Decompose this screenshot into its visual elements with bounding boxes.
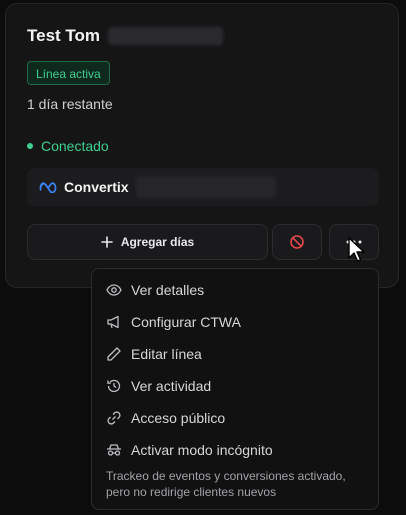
menu-item-ver-actividad[interactable]: Ver actividad	[106, 378, 211, 394]
menu-item-label: Acceso público	[131, 410, 226, 426]
card-header: Test Tom	[27, 26, 224, 46]
add-days-button[interactable]: Agregar días	[27, 224, 268, 260]
pencil-icon	[107, 347, 121, 361]
plus-icon	[101, 236, 113, 248]
menu-item-label: Configurar CTWA	[131, 314, 241, 330]
menu-item-label: Ver detalles	[131, 282, 205, 298]
options-menu: Ver detalles Configurar CTWA Editar líne…	[91, 268, 379, 510]
meta-logo-icon	[39, 182, 57, 193]
connected-account: Convertix	[27, 168, 379, 206]
menu-item-label: Activar modo incógnito	[131, 442, 273, 458]
status-badge: Línea activa	[27, 61, 110, 85]
menu-item-ver-detalles[interactable]: Ver detalles	[106, 282, 204, 298]
eye-icon	[106, 284, 122, 296]
menu-item-acceso-publico[interactable]: Acceso público	[106, 410, 225, 426]
line-card: Test Tom Línea activa 1 día restante Con…	[5, 3, 399, 288]
ban-icon	[290, 235, 304, 249]
menu-item-label: Editar línea	[131, 346, 202, 362]
status-dot-icon	[27, 143, 33, 149]
line-title: Test Tom	[27, 26, 101, 45]
menu-item-editar-linea[interactable]: Editar línea	[106, 346, 202, 362]
menu-item-label: Ver actividad	[131, 378, 212, 394]
mouse-pointer-icon	[348, 237, 365, 262]
add-days-label: Agregar días	[120, 235, 195, 249]
link-icon	[107, 411, 121, 425]
redacted-phone	[108, 27, 224, 45]
account-name: Convertix	[64, 179, 129, 195]
connection-status: Conectado	[27, 138, 109, 154]
menu-item-configurar-ctwa[interactable]: Configurar CTWA	[106, 314, 241, 330]
incognito-description: Trackeo de eventos y conversiones activa…	[106, 469, 346, 499]
connection-status-label: Conectado	[41, 138, 109, 154]
incognito-icon	[107, 444, 121, 456]
megaphone-icon	[107, 315, 119, 329]
days-remaining: 1 día restante	[27, 96, 113, 112]
redacted-account	[135, 176, 276, 198]
history-icon	[107, 379, 121, 393]
menu-item-modo-incognito[interactable]: Activar modo incógnito	[106, 442, 273, 458]
block-button[interactable]	[272, 224, 322, 260]
